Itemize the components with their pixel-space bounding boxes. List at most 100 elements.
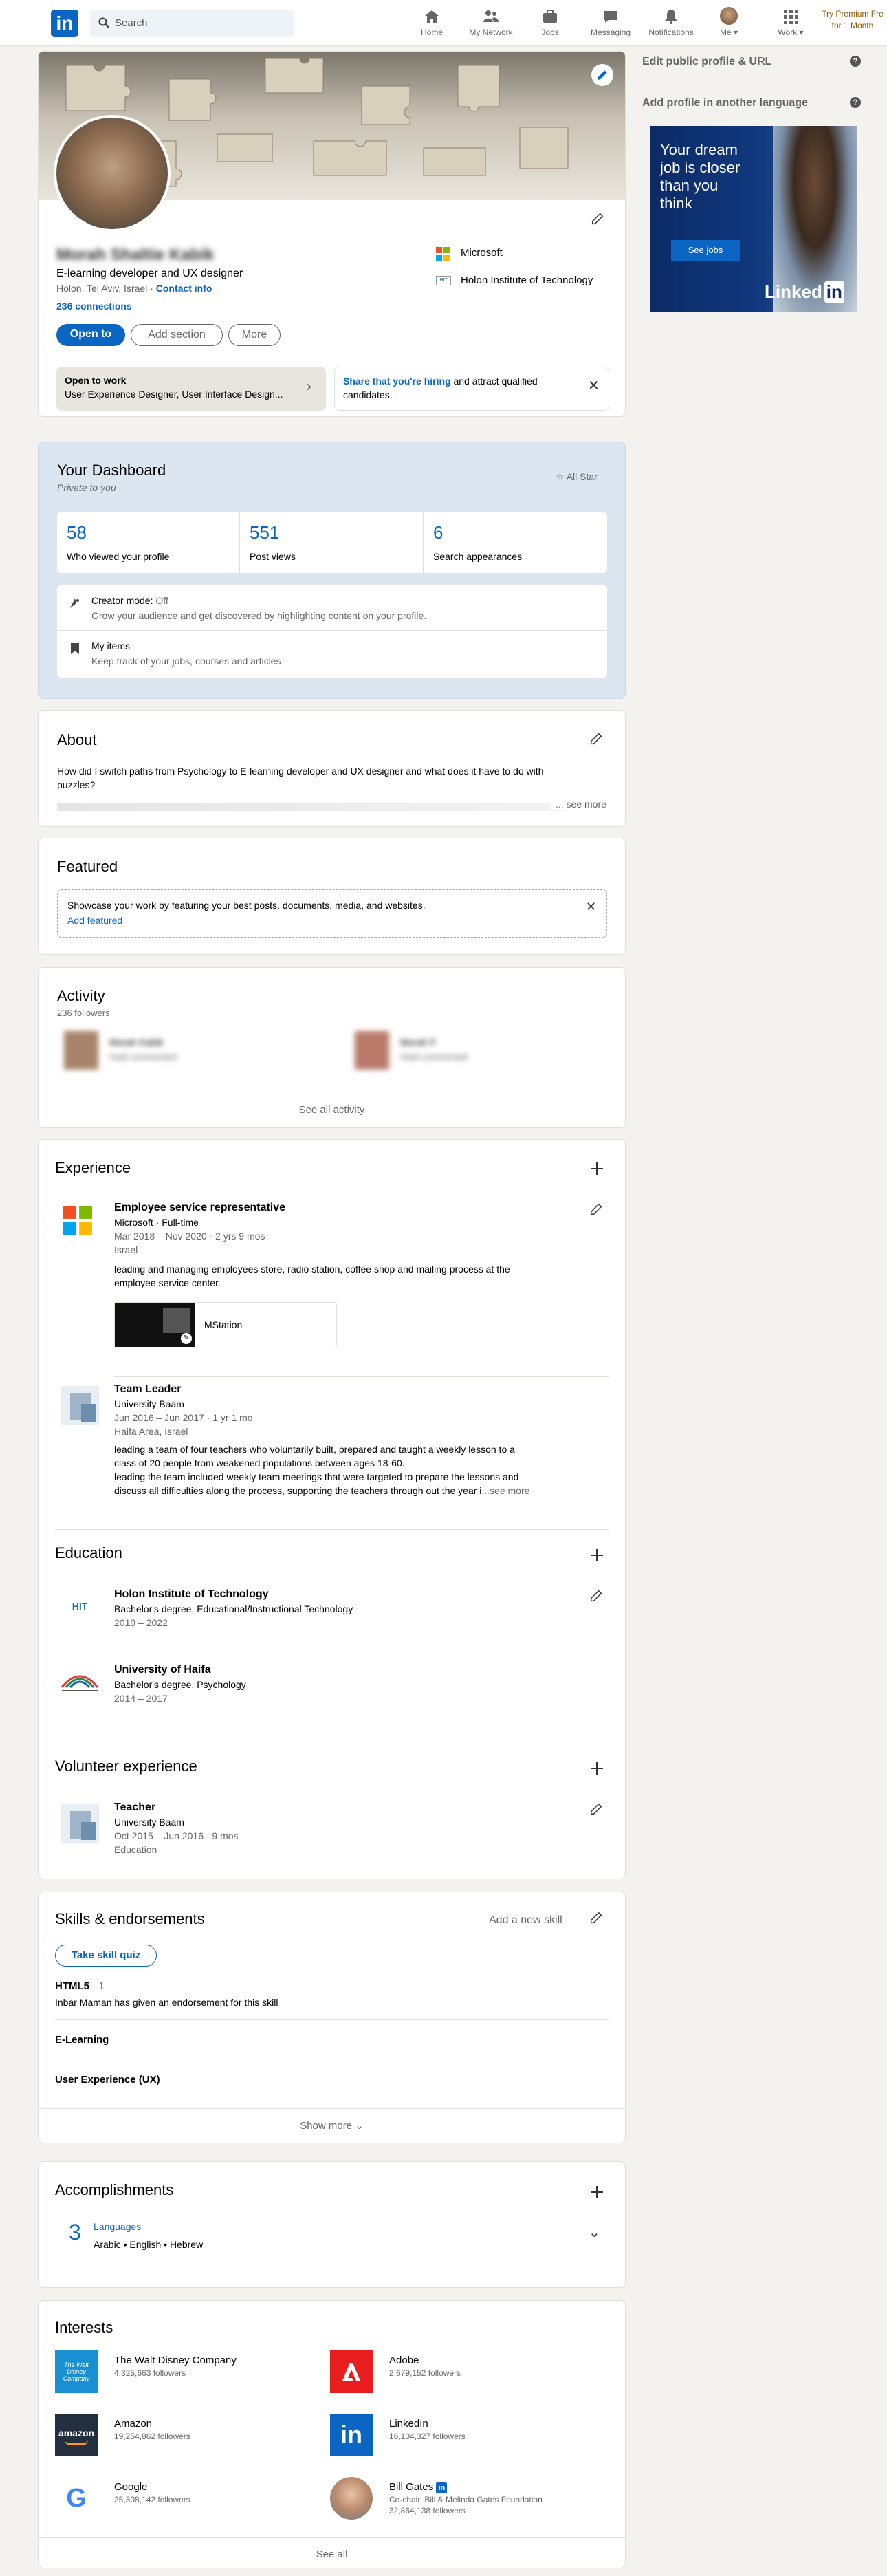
stat-value: 551 xyxy=(250,522,280,543)
nav-my-network[interactable]: My Network xyxy=(463,6,518,44)
dashboard-subtitle: Private to you xyxy=(57,482,116,493)
accomplishment-label[interactable]: Languages xyxy=(94,2221,141,2232)
premium-line-1: Try Premium Fre xyxy=(822,9,884,19)
nav-me[interactable]: Me ▾ xyxy=(703,6,755,44)
stat-search-appearances[interactable]: 6 Search appearances xyxy=(424,512,607,573)
add-education-plus-icon[interactable] xyxy=(589,1547,605,1563)
close-icon[interactable]: ✕ xyxy=(586,900,596,914)
accomplishment-items: Arabic • English • Hebrew xyxy=(94,2239,204,2250)
activity-item[interactable]: Morah F Hadi commented xyxy=(348,1031,609,1075)
nav-notifications-label: Notifications xyxy=(648,28,694,37)
help-icon[interactable]: ? xyxy=(850,97,861,108)
skill-item[interactable]: E-Learning xyxy=(55,2034,109,2046)
close-icon[interactable]: ✕ xyxy=(588,377,600,394)
interest-name: Bill Gates in xyxy=(389,2481,448,2493)
edit-cover-button[interactable] xyxy=(591,64,613,86)
stat-post-views[interactable]: 551 Post views xyxy=(240,512,424,573)
my-items-row[interactable]: My items Keep track of your jobs, course… xyxy=(57,631,607,678)
divider xyxy=(55,1529,609,1530)
show-more-label: Show more xyxy=(300,2120,353,2132)
chevron-down-icon: ⌄ xyxy=(355,2120,364,2132)
see-all-interests-button[interactable]: See all xyxy=(39,2548,625,2560)
interest-item[interactable]: in LinkedIn 16,104,327 followers xyxy=(330,2414,605,2460)
add-experience-plus-icon[interactable] xyxy=(589,1160,605,1177)
stat-profile-views[interactable]: 58 Who viewed your profile xyxy=(57,512,240,573)
show-more-skills-button[interactable]: Show more ⌄ xyxy=(39,2119,625,2132)
add-new-skill-link[interactable]: Add a new skill xyxy=(489,1914,562,1927)
profile-photo[interactable] xyxy=(54,115,171,232)
my-items-title: My items xyxy=(91,640,130,651)
job-see-more[interactable]: ...see more xyxy=(481,1485,529,1496)
edit-about-pencil-icon[interactable] xyxy=(589,731,604,746)
more-button[interactable]: More xyxy=(228,324,281,346)
add-accomplishment-plus-icon[interactable] xyxy=(589,2184,605,2200)
featured-text: Showcase your work by featuring your bes… xyxy=(67,900,426,911)
see-all-activity-button[interactable]: See all activity xyxy=(39,1104,625,1116)
interest-item[interactable]: G Google 25,308,142 followers xyxy=(55,2477,316,2524)
profile-top-card: Morah Shaltie Kabik E-learning developer… xyxy=(38,51,626,417)
profile-headline: E-learning developer and UX designer xyxy=(56,268,243,279)
edit-volunteer-pencil-icon[interactable] xyxy=(589,1801,604,1817)
interest-item[interactable]: Adobe 2,679,152 followers xyxy=(330,2350,605,2397)
add-volunteer-plus-icon[interactable] xyxy=(589,1760,605,1777)
nav-notifications[interactable]: Notifications xyxy=(644,6,699,44)
skill-item[interactable]: HTML5 · 1 xyxy=(55,1980,105,1992)
interest-followers: 19,254,862 followers xyxy=(114,2432,190,2441)
nav-my-network-label: My Network xyxy=(469,28,513,37)
about-see-more[interactable]: ... see more xyxy=(551,799,606,810)
edit-intro-pencil-icon[interactable] xyxy=(590,211,605,226)
edit-public-profile-link[interactable]: Edit public profile & URL xyxy=(642,56,771,68)
interest-name: Google xyxy=(114,2481,148,2493)
bill-gates-avatar xyxy=(330,2477,373,2520)
try-premium-link[interactable]: Try Premium Fre for 1 Month xyxy=(818,8,887,32)
profile-location: Holon, Tel Aviv, Israel xyxy=(56,283,148,294)
linkedin-logo-icon[interactable]: in xyxy=(51,10,78,37)
open-to-button[interactable]: Open to xyxy=(56,324,125,346)
edit-education-pencil-icon[interactable] xyxy=(589,1588,604,1603)
jobs-ad-banner[interactable]: Your dream job is closer than you think … xyxy=(650,126,857,312)
nav-work[interactable]: Work ▾ xyxy=(763,6,818,44)
background-card: Experience Employee service representati… xyxy=(38,1139,626,1879)
interest-item[interactable]: Bill Gates in Co-chair, Bill & Melinda G… xyxy=(330,2477,605,2524)
add-section-button[interactable]: Add section xyxy=(131,324,223,346)
edit-skills-pencil-icon[interactable] xyxy=(589,1910,604,1925)
experience-item: Team Leader University Baam Jun 2016 – J… xyxy=(55,1383,612,1521)
school-dates: 2014 – 2017 xyxy=(114,1693,168,1704)
job-description: leading the team included weekly team me… xyxy=(114,1471,519,1482)
help-icon[interactable]: ? xyxy=(850,56,861,67)
nav-messaging[interactable]: Messaging xyxy=(583,6,638,44)
take-skill-quiz-button[interactable]: Take skill quiz xyxy=(55,1945,157,1967)
microsoft-logo-icon xyxy=(63,1206,92,1235)
ad-see-jobs-button[interactable]: See jobs xyxy=(671,240,740,261)
hiring-link[interactable]: Share that you're hiring xyxy=(343,376,451,387)
search-input[interactable]: Search xyxy=(90,10,294,37)
media-thumbnail: ✎ xyxy=(115,1303,195,1347)
creator-mode-row[interactable]: Creator mode: Off Grow your audience and… xyxy=(57,585,607,631)
activity-item[interactable]: Morah Kabik Hadi commented xyxy=(57,1031,318,1075)
contact-info-link[interactable]: Contact info xyxy=(156,283,212,294)
activity-item-name: Morah F xyxy=(400,1037,437,1048)
media-thumbnail-screen xyxy=(163,1308,190,1333)
interest-item[interactable]: The Walt Disney Company The Walt Disney … xyxy=(55,2350,316,2397)
open-to-work-card[interactable]: Open to work User Experience Designer, U… xyxy=(56,367,326,411)
skill-item[interactable]: User Experience (UX) xyxy=(55,2074,160,2086)
stat-label: Who viewed your profile xyxy=(67,551,170,562)
add-featured-link[interactable]: Add featured xyxy=(67,915,122,926)
pencil-icon[interactable]: ✎ xyxy=(181,1333,192,1344)
nav-me-text: Me xyxy=(719,28,732,37)
activity-item-desc: Hadi commented xyxy=(109,1052,177,1062)
add-profile-language-link[interactable]: Add profile in another language xyxy=(642,97,808,109)
job-company: University Baam xyxy=(114,1398,184,1409)
interest-item[interactable]: amazon Amazon 19,254,862 followers xyxy=(55,2414,316,2460)
nav-home[interactable]: Home xyxy=(404,6,459,44)
job-media-attachment[interactable]: ✎ MStation xyxy=(114,1302,337,1347)
education-title: Education xyxy=(55,1544,122,1561)
connections-link[interactable]: 236 connections xyxy=(56,301,132,312)
ad-headline-2: job is closer xyxy=(660,159,741,176)
activity-item-desc: Hadi commented xyxy=(400,1052,468,1062)
interest-name: Adobe xyxy=(389,2355,419,2366)
nav-jobs[interactable]: Jobs xyxy=(523,6,578,44)
edit-experience-pencil-icon[interactable] xyxy=(589,1202,604,1217)
chevron-down-icon[interactable]: ⌄ xyxy=(589,2224,600,2241)
skill-name: HTML5 xyxy=(55,1980,89,1992)
